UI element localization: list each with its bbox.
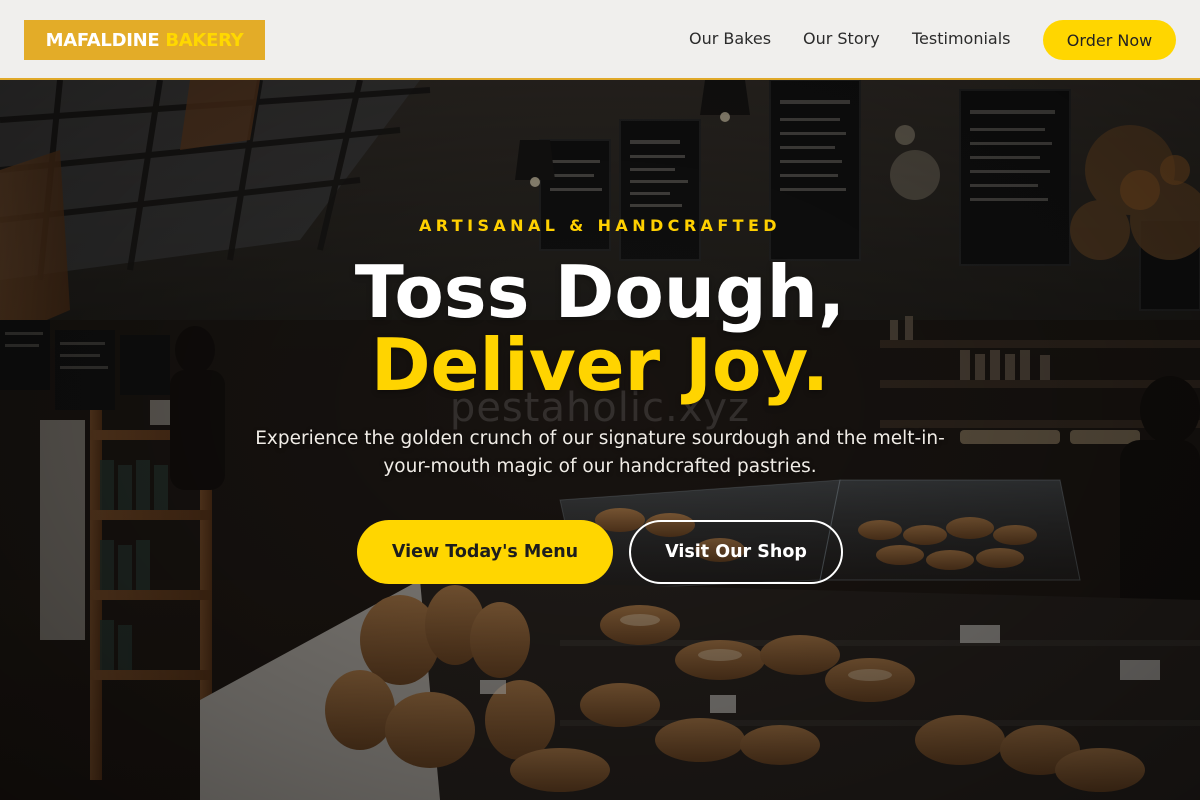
site-header: MAFALDINE BAKERY Our Bakes Our Story Tes…	[0, 0, 1200, 80]
hero-headline-line2: Deliver Joy.	[370, 323, 830, 407]
brand-name-secondary: BAKERY	[165, 29, 244, 51]
visit-shop-button[interactable]: Visit Our Shop	[629, 520, 843, 584]
nav-link-our-bakes[interactable]: Our Bakes	[689, 28, 771, 50]
view-menu-button[interactable]: View Today's Menu	[357, 520, 613, 584]
nav-link-testimonials[interactable]: Testimonials	[912, 28, 1011, 50]
hero-subtitle: Experience the golden crunch of our sign…	[255, 428, 945, 477]
hero-headline-line1: Toss Dough,	[354, 250, 846, 334]
landing-page: MAFALDINE BAKERY Our Bakes Our Story Tes…	[0, 0, 1200, 800]
brand-name-primary: MAFALDINE	[45, 29, 160, 51]
hero-eyebrow: ARTISANAL & HANDCRAFTED	[419, 216, 781, 235]
nav-link-our-story[interactable]: Our Story	[803, 28, 880, 50]
brand-logo[interactable]: MAFALDINE BAKERY	[24, 20, 265, 60]
order-now-button[interactable]: Order Now	[1043, 20, 1176, 60]
